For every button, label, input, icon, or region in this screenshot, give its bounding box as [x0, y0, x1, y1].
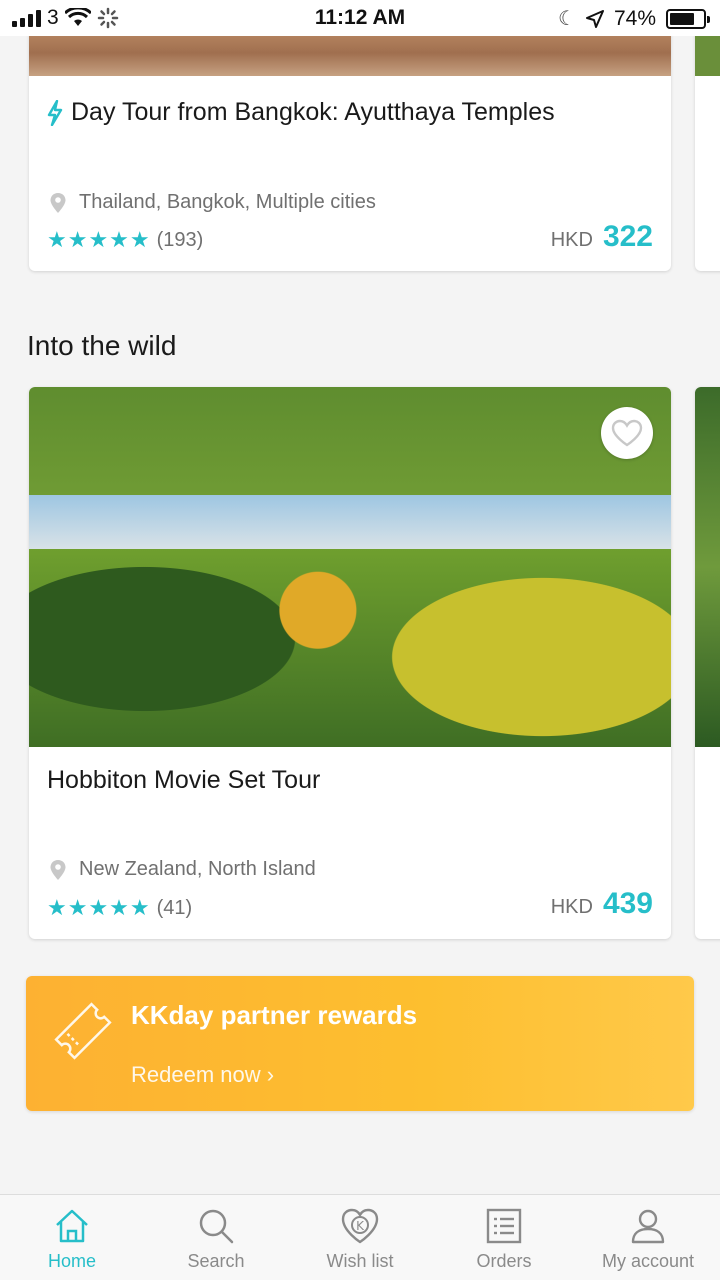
tour-image [29, 387, 671, 747]
tour-rating: ★★★★★ (41) [47, 895, 192, 921]
tab-home[interactable]: Home [0, 1195, 144, 1280]
rewards-title: KKday partner rewards [131, 1000, 418, 1030]
svg-text:K: K [356, 1219, 365, 1233]
redeem-now-link[interactable]: Redeem now › [131, 1062, 274, 1088]
battery-percent: 74% [613, 6, 656, 30]
next-card-peek[interactable] [695, 30, 720, 271]
price-currency: HKD [550, 229, 593, 251]
status-right: ☾ 74% [558, 6, 710, 31]
moon-icon: ☾ [558, 8, 576, 30]
wishlist-toggle-button[interactable] [601, 407, 653, 459]
next-card-peek[interactable] [695, 387, 720, 939]
tab-bar: Home Search K Wish list Orders My accoun… [0, 1194, 720, 1280]
status-bar: 3 11:12 AM ☾ 74% [0, 0, 720, 36]
review-count: (41) [156, 896, 193, 919]
instant-confirm-icon [47, 99, 63, 126]
tour-rating: ★★★★★ (193) [47, 227, 203, 253]
tab-my-account[interactable]: My account [576, 1195, 720, 1280]
price-currency: HKD [550, 896, 593, 918]
location-pin-icon [50, 192, 66, 213]
tab-label: Home [47, 1251, 96, 1271]
tab-label: Wish list [326, 1251, 394, 1271]
tour-price: HKD 439 [551, 887, 653, 921]
battery-icon [666, 8, 710, 29]
heart-icon [611, 419, 643, 447]
tab-orders[interactable]: Orders [432, 1195, 576, 1280]
wishlist-icon: K [341, 1208, 379, 1244]
tour-location: New Zealand, North Island [49, 858, 316, 881]
review-count: (193) [156, 228, 204, 251]
tour-image [29, 30, 671, 76]
search-icon [199, 1209, 234, 1244]
price-amount: 322 [602, 220, 653, 253]
location-pin-icon [50, 859, 66, 880]
star-rating-icon: ★★★★★ [47, 895, 151, 920]
location-arrow-icon [585, 9, 604, 28]
partner-rewards-banner[interactable]: KKday partner rewards Redeem now › [26, 976, 694, 1111]
tab-label: My account [601, 1251, 695, 1271]
orders-icon [486, 1208, 522, 1244]
tour-card-hobbiton[interactable]: Hobbiton Movie Set Tour New Zealand, Nor… [29, 387, 671, 939]
tour-card-ayutthaya[interactable]: Day Tour from Bangkok: Ayutthaya Temples… [29, 30, 671, 271]
ticket-icon [54, 1002, 112, 1060]
tab-label: Search [187, 1251, 245, 1271]
tab-search[interactable]: Search [144, 1195, 288, 1280]
tour-location: Thailand, Bangkok, Multiple cities [49, 191, 376, 214]
tour-price: HKD 322 [551, 220, 653, 254]
tour-title: Day Tour from Bangkok: Ayutthaya Temples [71, 98, 555, 126]
tab-wishlist[interactable]: K Wish list [288, 1195, 432, 1280]
section-title: Into the wild [27, 330, 177, 361]
home-icon [56, 1209, 88, 1243]
price-amount: 439 [602, 887, 653, 920]
tour-title: Hobbiton Movie Set Tour [47, 766, 321, 794]
account-icon [631, 1209, 665, 1244]
tab-label: Orders [476, 1251, 532, 1271]
star-rating-icon: ★★★★★ [47, 227, 151, 252]
